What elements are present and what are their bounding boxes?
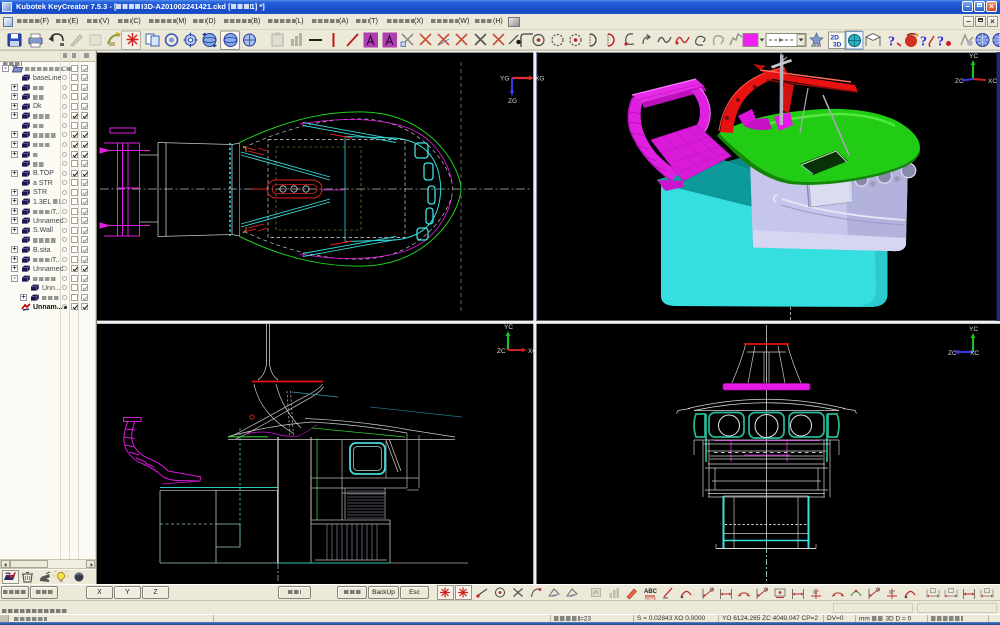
svg-text:XG: XG [535, 76, 544, 83]
svg-text:YC: YC [504, 324, 513, 331]
svg-text:ABC: ABC [644, 589, 658, 595]
svg-text:ZC: ZC [955, 78, 964, 85]
svg-text:YC: YC [969, 53, 978, 60]
svg-text:?: ? [920, 35, 927, 50]
svg-text:YC: YC [969, 326, 978, 333]
svg-text:YG: YG [500, 76, 509, 83]
svg-text:2D: 2D [831, 35, 840, 42]
svg-text:XC: XC [988, 78, 997, 85]
svg-text:XC: XC [528, 348, 537, 355]
svg-text:3D: 3D [833, 42, 842, 49]
svg-text:ZC: ZC [948, 350, 957, 357]
svg-text:ZG: ZG [508, 98, 517, 105]
svg-text:?: ? [937, 35, 944, 50]
svg-text:?: ? [888, 35, 895, 50]
svg-text:XC: XC [970, 350, 979, 357]
svg-text:ZC: ZC [497, 348, 506, 355]
